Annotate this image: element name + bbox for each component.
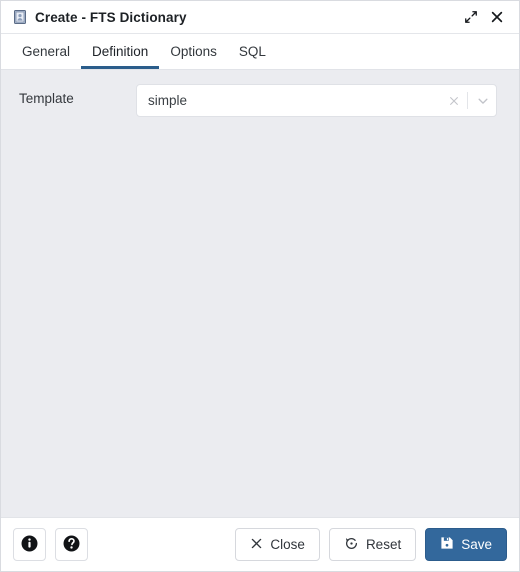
close-button-label: Close	[270, 536, 305, 552]
tab-definition-label: Definition	[92, 44, 149, 59]
tab-bar: General Definition Options SQL	[1, 34, 519, 70]
fts-dictionary-icon	[12, 9, 28, 25]
dialog-footer: Close Reset Save	[1, 517, 519, 571]
close-x-icon	[250, 537, 263, 553]
chevron-down-icon[interactable]	[470, 94, 496, 108]
tab-definition[interactable]: Definition	[81, 34, 160, 69]
info-button[interactable]	[13, 528, 46, 561]
template-row: Template simple	[1, 84, 519, 117]
clear-x-icon[interactable]	[443, 95, 465, 107]
save-icon	[440, 536, 454, 553]
save-button[interactable]: Save	[425, 528, 507, 561]
titlebar: Create - FTS Dictionary	[1, 1, 519, 34]
window-title: Create - FTS Dictionary	[35, 9, 187, 25]
tab-options[interactable]: Options	[159, 34, 228, 69]
template-select[interactable]: simple	[136, 84, 497, 117]
close-icon[interactable]	[486, 6, 508, 28]
tab-sql-label: SQL	[238, 44, 266, 59]
expand-icon[interactable]	[460, 6, 482, 28]
info-icon	[20, 534, 39, 556]
save-button-label: Save	[461, 536, 492, 552]
reset-icon	[344, 536, 359, 554]
definition-panel: Template simple	[1, 70, 519, 517]
template-label: Template	[19, 91, 74, 106]
close-button[interactable]: Close	[235, 528, 320, 561]
tab-sql[interactable]: SQL	[228, 34, 277, 69]
tab-general[interactable]: General	[11, 34, 81, 69]
help-icon	[62, 534, 81, 556]
create-fts-dictionary-dialog: Create - FTS Dictionary General Definiti…	[0, 0, 520, 572]
template-select-value: simple	[148, 93, 188, 108]
reset-button-label: Reset	[365, 536, 402, 552]
tab-options-label: Options	[170, 44, 217, 59]
tab-general-label: General	[22, 44, 71, 59]
reset-button[interactable]: Reset	[328, 528, 417, 561]
help-button[interactable]	[55, 528, 88, 561]
select-separator	[467, 92, 468, 109]
